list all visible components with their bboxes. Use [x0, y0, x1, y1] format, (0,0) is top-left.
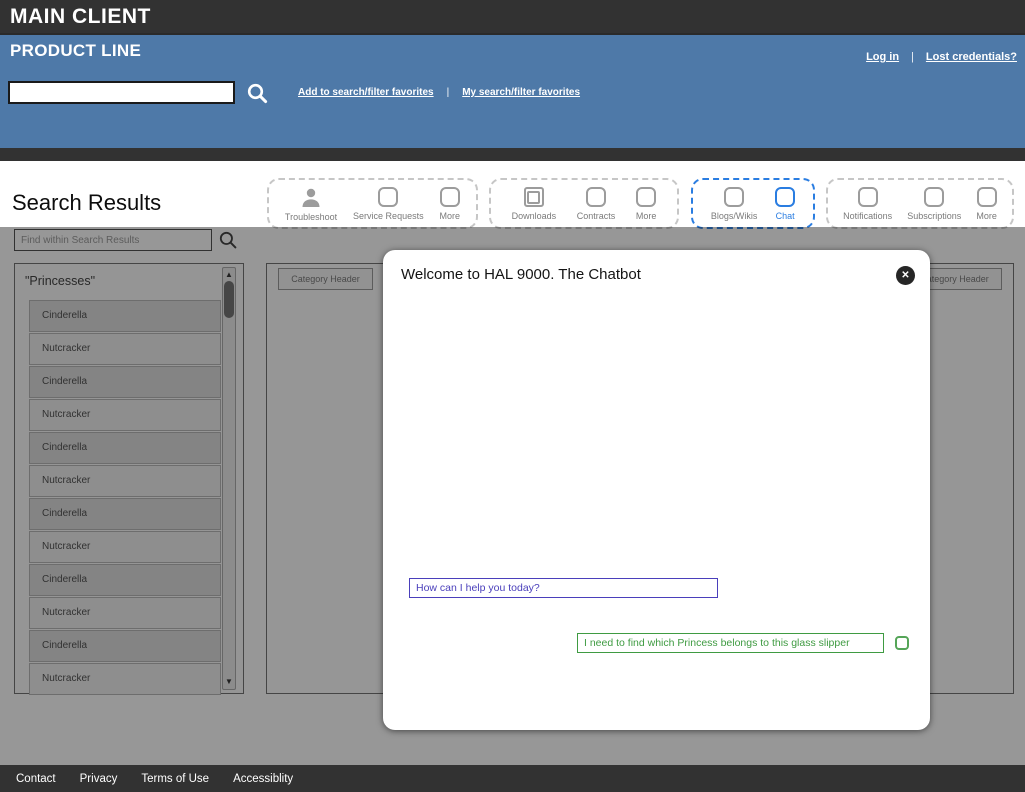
toolbar-item-blogs-wikis[interactable]: Blogs/Wikis	[711, 187, 758, 221]
header-divider-strip	[0, 148, 1025, 161]
favorites-links: Add to search/filter favorites | My sear…	[298, 87, 580, 98]
product-band: PRODUCT LINE Log in | Lost credentials? …	[0, 33, 1025, 148]
toolbar-group-alerts: Notifications Subscriptions More	[826, 178, 1014, 229]
footer-link-contact[interactable]: Contact	[16, 773, 56, 785]
toolbar-item-label: Service Requests	[353, 211, 424, 221]
toolbar-item-service-requests[interactable]: Service Requests	[353, 187, 424, 221]
toolbar-item-notifications[interactable]: Notifications	[843, 187, 892, 221]
toolbar-item-label: Downloads	[512, 211, 557, 221]
lost-credentials-link[interactable]: Lost credentials?	[926, 51, 1017, 63]
user-message: I need to find which Princess belongs to…	[577, 633, 884, 653]
login-separator: |	[911, 51, 914, 63]
rounded-square-icon	[724, 187, 744, 207]
toolbar-item-more-2[interactable]: More	[636, 187, 657, 221]
toolbar-item-chat[interactable]: Chat	[775, 187, 795, 221]
rounded-square-icon	[858, 187, 878, 207]
search-icon[interactable]	[246, 82, 269, 105]
toolbar-item-label: Subscriptions	[907, 211, 961, 221]
bot-message: How can I help you today?	[409, 578, 718, 598]
app-header-bar: MAIN CLIENT	[0, 0, 1025, 33]
footer-bar: Contact Privacy Terms of Use Accessiblit…	[0, 765, 1025, 792]
person-icon	[300, 187, 322, 208]
rounded-square-icon	[440, 187, 460, 207]
modal-title: Welcome to HAL 9000. The Chatbot	[401, 266, 641, 283]
page-title: Search Results	[12, 190, 161, 216]
my-favorites-link[interactable]: My search/filter favorites	[462, 87, 580, 98]
toolbar-item-label: More	[636, 211, 657, 221]
toolbar-item-label: Blogs/Wikis	[711, 211, 758, 221]
rounded-square-icon	[636, 187, 656, 207]
nested-square-icon	[524, 187, 544, 207]
log-in-link[interactable]: Log in	[866, 51, 899, 63]
message-checkbox[interactable]	[895, 636, 909, 650]
toolbar-item-label: More	[440, 211, 461, 221]
toolbar-item-troubleshoot[interactable]: Troubleshoot	[285, 187, 337, 222]
chatbot-modal: Welcome to HAL 9000. The Chatbot ✕ How c…	[383, 250, 930, 730]
favorites-separator: |	[447, 87, 450, 98]
footer-link-accessibility[interactable]: Accessiblity	[233, 773, 293, 785]
login-links: Log in | Lost credentials?	[866, 51, 1017, 63]
rounded-square-icon	[924, 187, 944, 207]
product-line-title: PRODUCT LINE	[10, 41, 141, 61]
chat-square-icon	[775, 187, 795, 207]
app-title: MAIN CLIENT	[10, 0, 151, 33]
toolbar-item-subscriptions[interactable]: Subscriptions	[907, 187, 961, 221]
toolbar-item-label: Chat	[776, 211, 795, 221]
toolbar-item-label: More	[976, 211, 997, 221]
toolbar-item-contracts[interactable]: Contracts	[577, 187, 616, 221]
rounded-square-icon	[378, 187, 398, 207]
global-search-input[interactable]	[8, 81, 235, 104]
footer-link-privacy[interactable]: Privacy	[80, 773, 118, 785]
toolbar-group-social: Blogs/Wikis Chat	[691, 178, 815, 229]
footer-link-terms[interactable]: Terms of Use	[141, 773, 209, 785]
add-favorites-link[interactable]: Add to search/filter favorites	[298, 87, 434, 98]
toolbar-item-label: Troubleshoot	[285, 212, 337, 222]
rounded-square-icon	[586, 187, 606, 207]
toolbar-item-downloads[interactable]: Downloads	[512, 187, 557, 221]
close-icon[interactable]: ✕	[896, 266, 915, 285]
toolbar-item-more-3[interactable]: More	[976, 187, 997, 221]
rounded-square-icon	[977, 187, 997, 207]
toolbar-item-more-1[interactable]: More	[440, 187, 461, 221]
toolbar-item-label: Contracts	[577, 211, 616, 221]
main-content: Search Results Troubleshoot Service Requ…	[0, 161, 1025, 765]
toolbar-group-support: Troubleshoot Service Requests More	[267, 178, 478, 229]
toolbar-group-documents: Downloads Contracts More	[489, 178, 679, 229]
toolbar-item-label: Notifications	[843, 211, 892, 221]
